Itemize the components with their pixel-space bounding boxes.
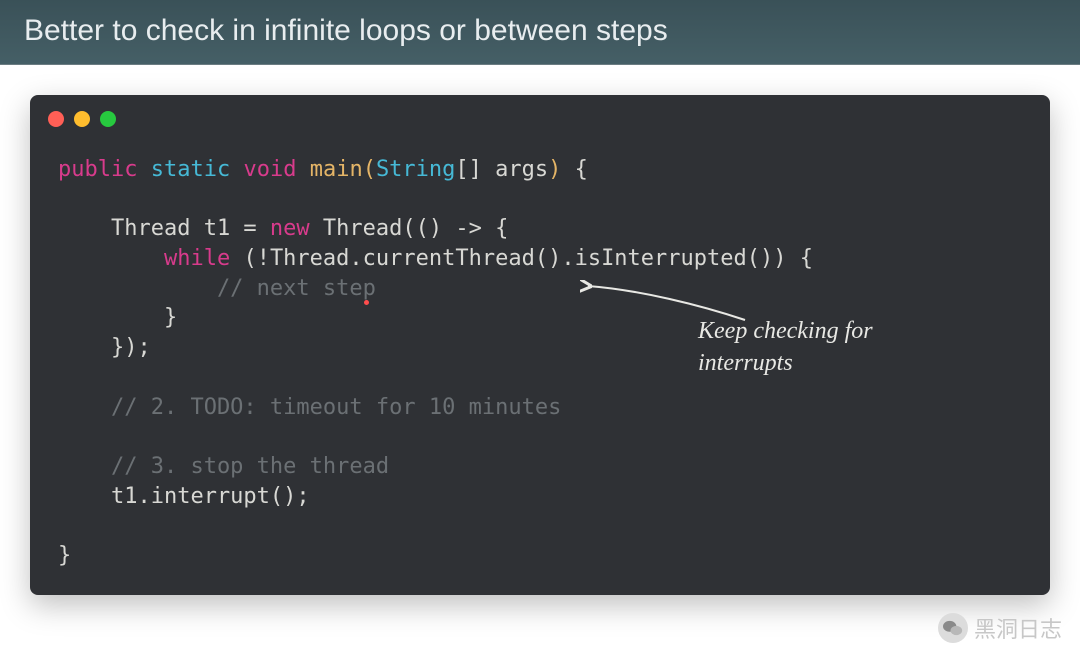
- wechat-icon: [938, 613, 968, 643]
- kw-new: new: [270, 216, 310, 241]
- watermark: 黑洞日志: [938, 612, 1062, 644]
- code-text: Thread t1 =: [58, 216, 270, 241]
- window-controls: [30, 95, 1050, 137]
- comment-next-step: // next step: [58, 276, 376, 301]
- indent: [58, 246, 164, 271]
- args: args: [482, 157, 548, 182]
- code-window: public static void main(String[] args) {…: [30, 95, 1050, 595]
- kw-public: public: [58, 157, 137, 182]
- slide-header: Better to check in infinite loops or bet…: [0, 0, 1080, 65]
- maximize-icon: [100, 111, 116, 127]
- brackets: []: [455, 157, 482, 182]
- paren-open: (: [363, 157, 376, 182]
- code-block: public static void main(String[] args) {…: [30, 137, 1050, 571]
- comment-stop: // 3. stop the thread: [58, 454, 389, 479]
- brace-open: {: [561, 157, 588, 182]
- code-text: t1.interrupt();: [58, 484, 310, 509]
- cursor-dot-icon: [364, 300, 369, 305]
- kw-static: static: [151, 157, 230, 182]
- brace-close: }: [58, 543, 71, 568]
- watermark-text: 黑洞日志: [974, 612, 1062, 644]
- kw-while: while: [164, 246, 230, 271]
- close-icon: [48, 111, 64, 127]
- code-text: });: [58, 335, 151, 360]
- code-text: }: [58, 305, 177, 330]
- type-string: String: [376, 157, 455, 182]
- minimize-icon: [74, 111, 90, 127]
- fn-main: main: [310, 157, 363, 182]
- code-text: (!Thread.currentThread().isInterrupted()…: [230, 246, 813, 271]
- kw-void: void: [243, 157, 296, 182]
- code-text: Thread(() -> {: [310, 216, 509, 241]
- paren-close: ): [548, 157, 561, 182]
- slide-title: Better to check in infinite loops or bet…: [24, 14, 668, 47]
- comment-todo: // 2. TODO: timeout for 10 minutes: [58, 395, 561, 420]
- slide-content: public static void main(String[] args) {…: [0, 65, 1080, 595]
